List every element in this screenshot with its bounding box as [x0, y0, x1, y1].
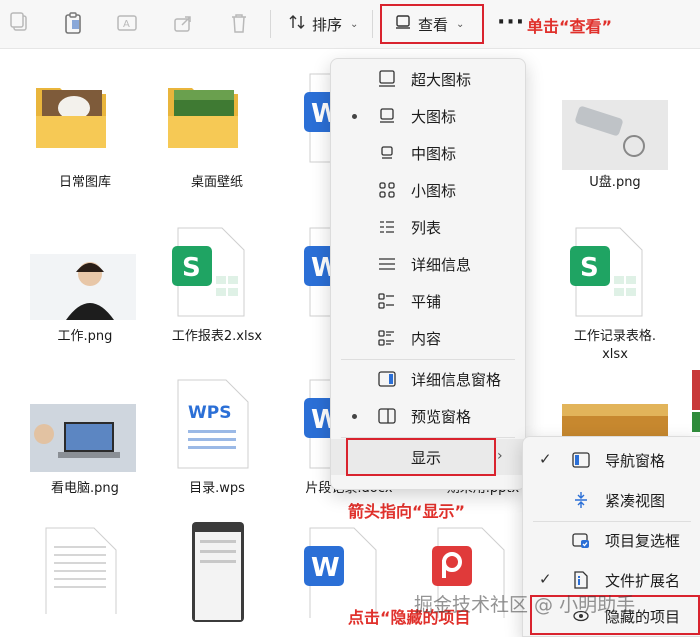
- rename-icon[interactable]: A: [114, 10, 140, 36]
- chevron-right-icon: ›: [497, 448, 503, 464]
- selected-dot: [352, 413, 357, 419]
- file-name: 目录.wps: [189, 481, 245, 496]
- details-view-icon: [377, 254, 397, 274]
- menu-item-preview-pane[interactable]: 预览窗格: [331, 398, 525, 434]
- details-pane-icon: [377, 369, 397, 389]
- file-name: 日常图库: [58, 175, 111, 190]
- file-name: 桌面壁纸: [190, 175, 243, 190]
- image-thumbnail: [550, 70, 680, 170]
- file-name: 工作报表2.xlsx: [171, 329, 263, 344]
- laptop-image: [30, 404, 136, 472]
- autumn-image-thumbnail[interactable]: [562, 404, 668, 440]
- menu-item-details[interactable]: 详细信息: [331, 246, 525, 282]
- svg-text:A: A: [123, 19, 130, 30]
- wps-doc-icon: WPS: [152, 376, 282, 476]
- menu-item-tiles[interactable]: 平铺: [331, 283, 525, 319]
- toolbar-separator: [372, 10, 373, 38]
- chevron-down-icon: ⌄: [350, 18, 359, 30]
- selected-dot: [352, 113, 357, 119]
- phone-screenshot-thumbnail: [152, 520, 282, 622]
- clipboard-icon[interactable]: [60, 10, 86, 36]
- checkbox-folder-icon: [571, 530, 591, 550]
- excel-doc-icon: S: [152, 224, 282, 324]
- small-icons-icon: [377, 180, 397, 200]
- more-options-icon[interactable]: ···: [497, 10, 525, 35]
- menu-item-large-icons[interactable]: 大图标: [331, 98, 525, 134]
- annotation-arrow-to-show: 箭头指向“显示”: [348, 502, 466, 521]
- command-bar: A 排序 ⌄ 查看 ⌄ ··· 单击“查看”: [0, 0, 700, 49]
- watermark-text: 掘金技术社区 @ 小明助手: [414, 594, 636, 616]
- svg-text:WPS: WPS: [188, 403, 231, 423]
- menu-item-content[interactable]: 内容: [331, 320, 525, 356]
- medium-icons-icon: [377, 143, 397, 163]
- file-name: 工作.png: [57, 329, 113, 344]
- navigation-pane-icon: [571, 450, 591, 470]
- submenu-item-navigation-pane[interactable]: ✓ 导航窗格: [523, 441, 700, 479]
- list-view-icon: [377, 217, 397, 237]
- sort-icon: [288, 13, 306, 35]
- file-extension-icon: [571, 570, 591, 590]
- delete-icon[interactable]: [226, 10, 252, 36]
- menu-item-extra-large-icons[interactable]: 超大图标: [331, 61, 525, 97]
- tiles-view-icon: [377, 291, 397, 311]
- image-thumbnail: [20, 376, 150, 476]
- submenu-item-compact-view[interactable]: 紧凑视图: [523, 481, 700, 519]
- edge-strip: [692, 412, 700, 432]
- excel-doc-icon: S: [550, 224, 680, 324]
- toolbar-separator: [270, 10, 271, 38]
- edge-strip: [692, 370, 700, 410]
- menu-item-list[interactable]: 列表: [331, 209, 525, 245]
- image-thumbnail: [20, 224, 150, 324]
- file-name: 工作记录表格. xlsx: [573, 329, 657, 362]
- view-dropdown-menu: 超大图标 大图标 中图标 小图标 列表 详细信息 平铺 内容 详细信息窗格 预览…: [330, 58, 526, 490]
- compact-view-icon: [571, 490, 591, 510]
- usb-drive-image: [562, 100, 668, 170]
- folder-icon: [20, 70, 150, 170]
- checkmark-icon: ✓: [539, 450, 552, 468]
- preview-pane-icon: [377, 406, 397, 426]
- menu-separator: [341, 359, 515, 360]
- svg-text:S: S: [182, 253, 201, 283]
- annotation-click-view: 单击“查看”: [527, 17, 613, 36]
- sort-button[interactable]: 排序 ⌄: [288, 8, 358, 40]
- menu-item-medium-icons[interactable]: 中图标: [331, 135, 525, 171]
- copy-icon[interactable]: [6, 10, 32, 36]
- file-name: 看电脑.png: [51, 481, 119, 496]
- extra-large-icons-icon: [377, 69, 397, 89]
- folder-icon: [152, 70, 282, 170]
- sort-label: 排序: [312, 15, 343, 34]
- checkmark-icon: ✓: [539, 570, 552, 588]
- svg-text:W: W: [311, 553, 340, 583]
- large-icons-icon: [377, 106, 397, 126]
- menu-item-small-icons[interactable]: 小图标: [331, 172, 525, 208]
- text-doc-icon: [20, 520, 150, 620]
- svg-text:S: S: [580, 253, 599, 283]
- submenu-item-item-checkboxes[interactable]: 项目复选框: [523, 521, 700, 559]
- file-name: U盘.png: [589, 175, 641, 190]
- content-view-icon: [377, 328, 397, 348]
- show-item-highlight: [346, 438, 496, 476]
- share-icon[interactable]: [170, 10, 196, 36]
- view-button-highlight: [380, 4, 484, 44]
- woman-headset-image: [30, 254, 136, 320]
- menu-item-details-pane[interactable]: 详细信息窗格: [331, 361, 525, 397]
